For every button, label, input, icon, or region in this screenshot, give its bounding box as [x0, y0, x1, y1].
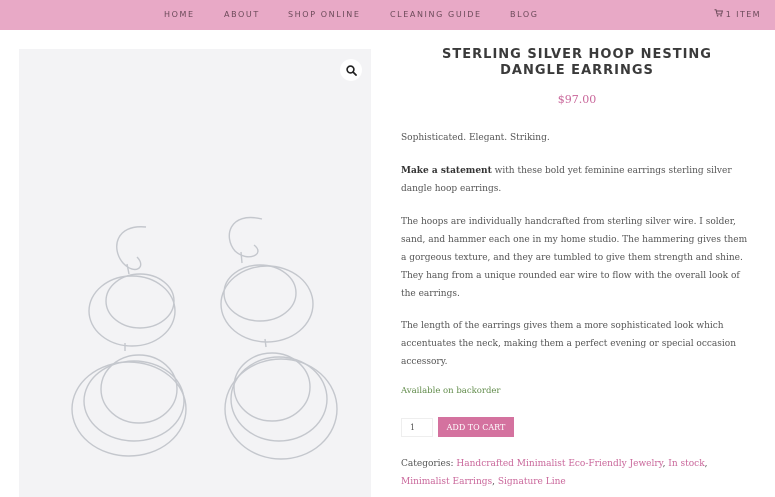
cart-link[interactable]: 1 ITEM — [714, 9, 761, 19]
product-summary: STERLING SILVER HOOP NESTING DANGLE EARR… — [401, 47, 753, 487]
stock-status: Available on backorder — [401, 386, 501, 396]
description-paragraph-1: Make a statement with these bold yet fem… — [401, 162, 741, 198]
description-paragraph-2: The hoops are individually handcrafted f… — [401, 217, 748, 299]
product-price: $97.00 — [557, 93, 597, 106]
nav-blog[interactable]: BLOG — [510, 10, 539, 19]
quantity-input[interactable] — [401, 418, 433, 437]
category-link-signature-line[interactable]: Signature Line — [498, 477, 566, 487]
nav-about[interactable]: ABOUT — [224, 10, 260, 19]
description-paragraph-3: The length of the earrings gives them a … — [401, 321, 737, 367]
add-to-cart-button[interactable]: ADD TO CART — [438, 417, 514, 437]
product-categories: Categories: Handcrafted Minimalist Eco-F… — [401, 459, 708, 487]
cart-count-label: 1 ITEM — [725, 9, 761, 19]
description-emphasis: Make a statement — [401, 166, 492, 176]
nav-shop-online[interactable]: SHOP ONLINE — [288, 10, 361, 19]
category-link-eco-friendly-jewelry[interactable]: Handcrafted Minimalist Eco-Friendly Jewe… — [456, 459, 662, 469]
nav-home[interactable]: HOME — [164, 10, 195, 19]
cart-icon — [714, 9, 723, 19]
product-image[interactable] — [19, 49, 371, 497]
nav-cleaning-guide[interactable]: CLEANING GUIDE — [390, 10, 482, 19]
zoom-button[interactable] — [340, 59, 362, 81]
earrings-illustration — [71, 216, 338, 460]
top-navigation: HOME ABOUT SHOP ONLINE CLEANING GUIDE BL… — [0, 0, 775, 30]
magnifier-icon — [345, 61, 357, 80]
categories-label: Categories: — [401, 459, 454, 469]
category-link-in-stock[interactable]: In stock — [668, 459, 704, 469]
description-tagline: Sophisticated. Elegant. Striking. — [401, 133, 550, 143]
product-title: STERLING SILVER HOOP NESTING DANGLE EARR… — [442, 47, 712, 78]
category-link-minimalist-earrings[interactable]: Minimalist Earrings — [401, 477, 492, 487]
